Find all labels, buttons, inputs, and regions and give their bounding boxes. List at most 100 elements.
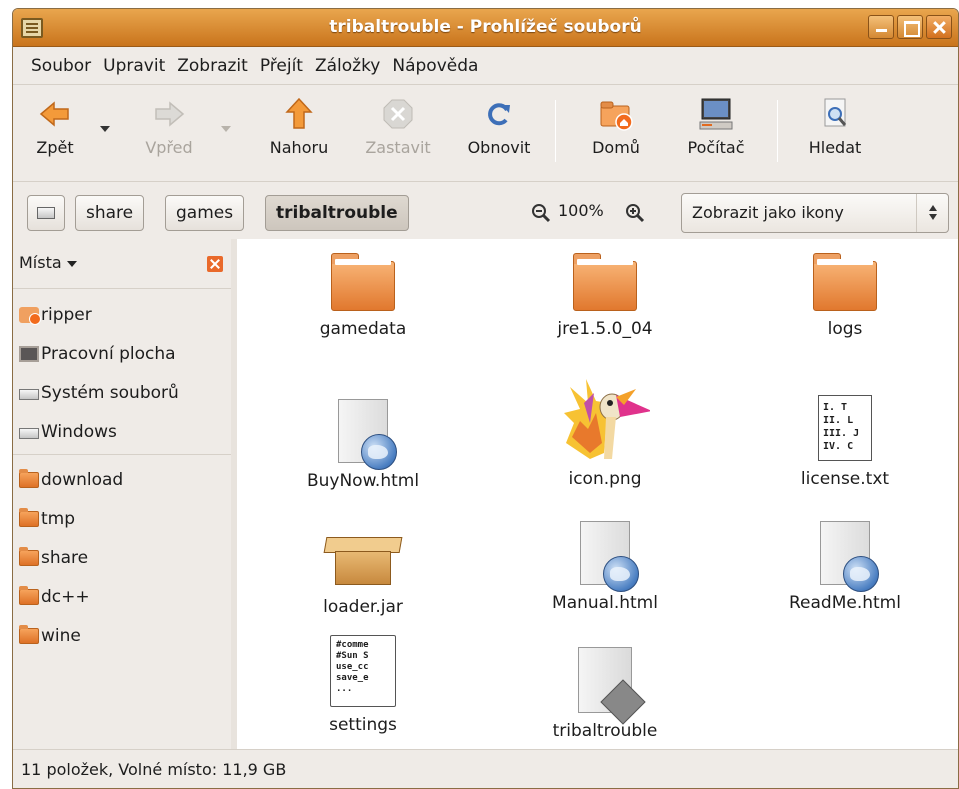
- back-history-dropdown[interactable]: [100, 126, 110, 132]
- status-bar: 11 položek, Volné místo: 11,9 GB: [13, 749, 958, 788]
- close-sidebar-icon[interactable]: [207, 256, 223, 272]
- sidebar-item-windows[interactable]: Windows: [13, 412, 231, 451]
- folder-icon: [573, 253, 637, 311]
- computer-button[interactable]: Počítač: [675, 96, 757, 157]
- menu-bar: Soubor Upravit Zobrazit Přejít Záložky N…: [13, 47, 958, 85]
- reload-icon: [481, 96, 517, 132]
- menu-zalozky[interactable]: Záložky: [315, 56, 389, 76]
- folder-icon: [331, 253, 395, 311]
- select-updown-icon: [916, 194, 948, 232]
- menu-upravit[interactable]: Upravit: [103, 56, 174, 76]
- folder-icon: [19, 585, 39, 605]
- html-document-icon: [580, 521, 639, 592]
- toolbar-separator: [555, 100, 556, 162]
- status-text: 11 položek, Volné místo: 11,9 GB: [21, 760, 287, 779]
- drive-icon: [37, 207, 55, 219]
- html-document-icon: [820, 521, 879, 592]
- file-item-settings[interactable]: #comme #Sun S use_cc save_e ... settings: [263, 635, 463, 735]
- sidebar-header: Místa: [13, 239, 231, 289]
- sidebar-item-desktop[interactable]: Pracovní plocha: [13, 334, 231, 373]
- folder-icon: [813, 253, 877, 311]
- drive-icon: [19, 428, 39, 439]
- stop-button[interactable]: Zastavit: [355, 96, 441, 157]
- close-window-button[interactable]: [926, 15, 952, 39]
- stop-icon: [380, 96, 416, 132]
- zoom-level[interactable]: 100%: [558, 201, 604, 220]
- file-item-tribaltrouble[interactable]: tribaltrouble: [505, 647, 705, 741]
- back-button[interactable]: Zpět: [27, 96, 83, 157]
- forward-history-dropdown[interactable]: [221, 126, 231, 132]
- sidebar-item-download[interactable]: download: [13, 460, 231, 499]
- file-item-jre[interactable]: jre1.5.0_04: [505, 253, 705, 339]
- drive-icon: [19, 389, 39, 400]
- folder-icon: [19, 546, 39, 566]
- desktop-icon: [19, 345, 39, 362]
- globe-icon: [603, 556, 639, 592]
- folder-icon: [19, 468, 39, 488]
- file-item-icon-png[interactable]: icon.png: [505, 373, 705, 489]
- folder-icon: [19, 624, 39, 644]
- arrow-left-icon: [37, 96, 73, 132]
- search-button[interactable]: Hledat: [797, 96, 873, 157]
- sidebar-item-filesystem[interactable]: Systém souborů: [13, 373, 231, 412]
- sidebar-item-dcpp[interactable]: dc++: [13, 577, 231, 616]
- toolbar: Zpět Vpřed Nahoru Zastavit Obnovit Domů …: [13, 86, 958, 182]
- sidebar-item-wine[interactable]: wine: [13, 616, 231, 655]
- sidebar-item-tmp[interactable]: tmp: [13, 499, 231, 538]
- file-icon-view: gamedata jre1.5.0_04 logs BuyNow.html ic…: [237, 239, 958, 749]
- home-folder-icon: [598, 96, 634, 132]
- menu-zobrazit[interactable]: Zobrazit: [177, 56, 257, 76]
- text-document-icon: I. T II. L III. J IV. C: [818, 395, 872, 461]
- archive-package-icon: [323, 531, 403, 587]
- sidebar-places-selector[interactable]: Místa: [19, 253, 77, 272]
- config-document-icon: #comme #Sun S use_cc save_e ...: [330, 635, 396, 707]
- title-bar[interactable]: tribaltrouble - Prohlížeč souborů: [13, 9, 958, 47]
- file-item-buynow[interactable]: BuyNow.html: [263, 399, 463, 491]
- globe-icon: [843, 556, 879, 592]
- toolbar-separator: [777, 100, 778, 162]
- breadcrumb-tribaltrouble[interactable]: tribaltrouble: [265, 195, 409, 231]
- file-item-gamedata[interactable]: gamedata: [263, 253, 463, 339]
- home-button[interactable]: Domů: [579, 96, 653, 157]
- file-item-logs[interactable]: logs: [745, 253, 945, 339]
- breadcrumb-games[interactable]: games: [165, 195, 245, 231]
- zoom-out-icon[interactable]: [531, 203, 551, 227]
- arrow-right-icon: [151, 96, 187, 132]
- sidebar-item-ripper[interactable]: ripper: [13, 295, 231, 334]
- sidebar-item-share[interactable]: share: [13, 538, 231, 577]
- zoom-in-icon[interactable]: [625, 203, 645, 227]
- menu-soubor[interactable]: Soubor: [31, 56, 100, 76]
- sidebar-divider: [13, 454, 231, 455]
- minimize-button[interactable]: [868, 15, 894, 39]
- maximize-button[interactable]: [897, 15, 923, 39]
- file-item-readme[interactable]: ReadMe.html: [745, 521, 945, 613]
- menu-napoveda[interactable]: Nápověda: [392, 56, 487, 76]
- executable-icon: [578, 647, 632, 713]
- computer-icon: [698, 96, 734, 132]
- window-title: tribaltrouble - Prohlížeč souborů: [329, 17, 642, 37]
- arrow-up-icon: [281, 96, 317, 132]
- globe-icon: [361, 434, 397, 470]
- home-folder-icon: [19, 306, 41, 325]
- view-mode-select[interactable]: Zobrazit jako ikony: [681, 193, 949, 233]
- search-icon: [817, 96, 853, 132]
- reload-button[interactable]: Obnovit: [459, 96, 539, 157]
- forward-button[interactable]: Vpřed: [133, 96, 205, 157]
- image-thumbnail-icon: [560, 373, 652, 465]
- places-list: ripper Pracovní plocha Systém souborů Wi…: [13, 295, 231, 655]
- sidebar: Místa ripper Pracovní plocha Systém soub…: [13, 239, 231, 749]
- location-bar: share games tribaltrouble 100% Zobrazit …: [13, 183, 958, 239]
- file-manager-window: tribaltrouble - Prohlížeč souborů Soubor…: [12, 8, 959, 789]
- window-controls: [868, 15, 952, 39]
- menu-prejit[interactable]: Přejít: [260, 56, 312, 76]
- folder-icon: [19, 507, 39, 527]
- html-document-icon: [338, 399, 397, 470]
- file-item-license[interactable]: I. T II. L III. J IV. C license.txt: [745, 395, 945, 489]
- breadcrumb-share[interactable]: share: [75, 195, 145, 231]
- view-mode-value: Zobrazit jako ikony: [692, 203, 844, 222]
- archive-body: [335, 551, 391, 585]
- up-button[interactable]: Nahoru: [261, 96, 337, 157]
- file-item-loader-jar[interactable]: loader.jar: [263, 531, 463, 617]
- file-item-manual[interactable]: Manual.html: [505, 521, 705, 613]
- breadcrumb-filesystem[interactable]: [27, 195, 65, 231]
